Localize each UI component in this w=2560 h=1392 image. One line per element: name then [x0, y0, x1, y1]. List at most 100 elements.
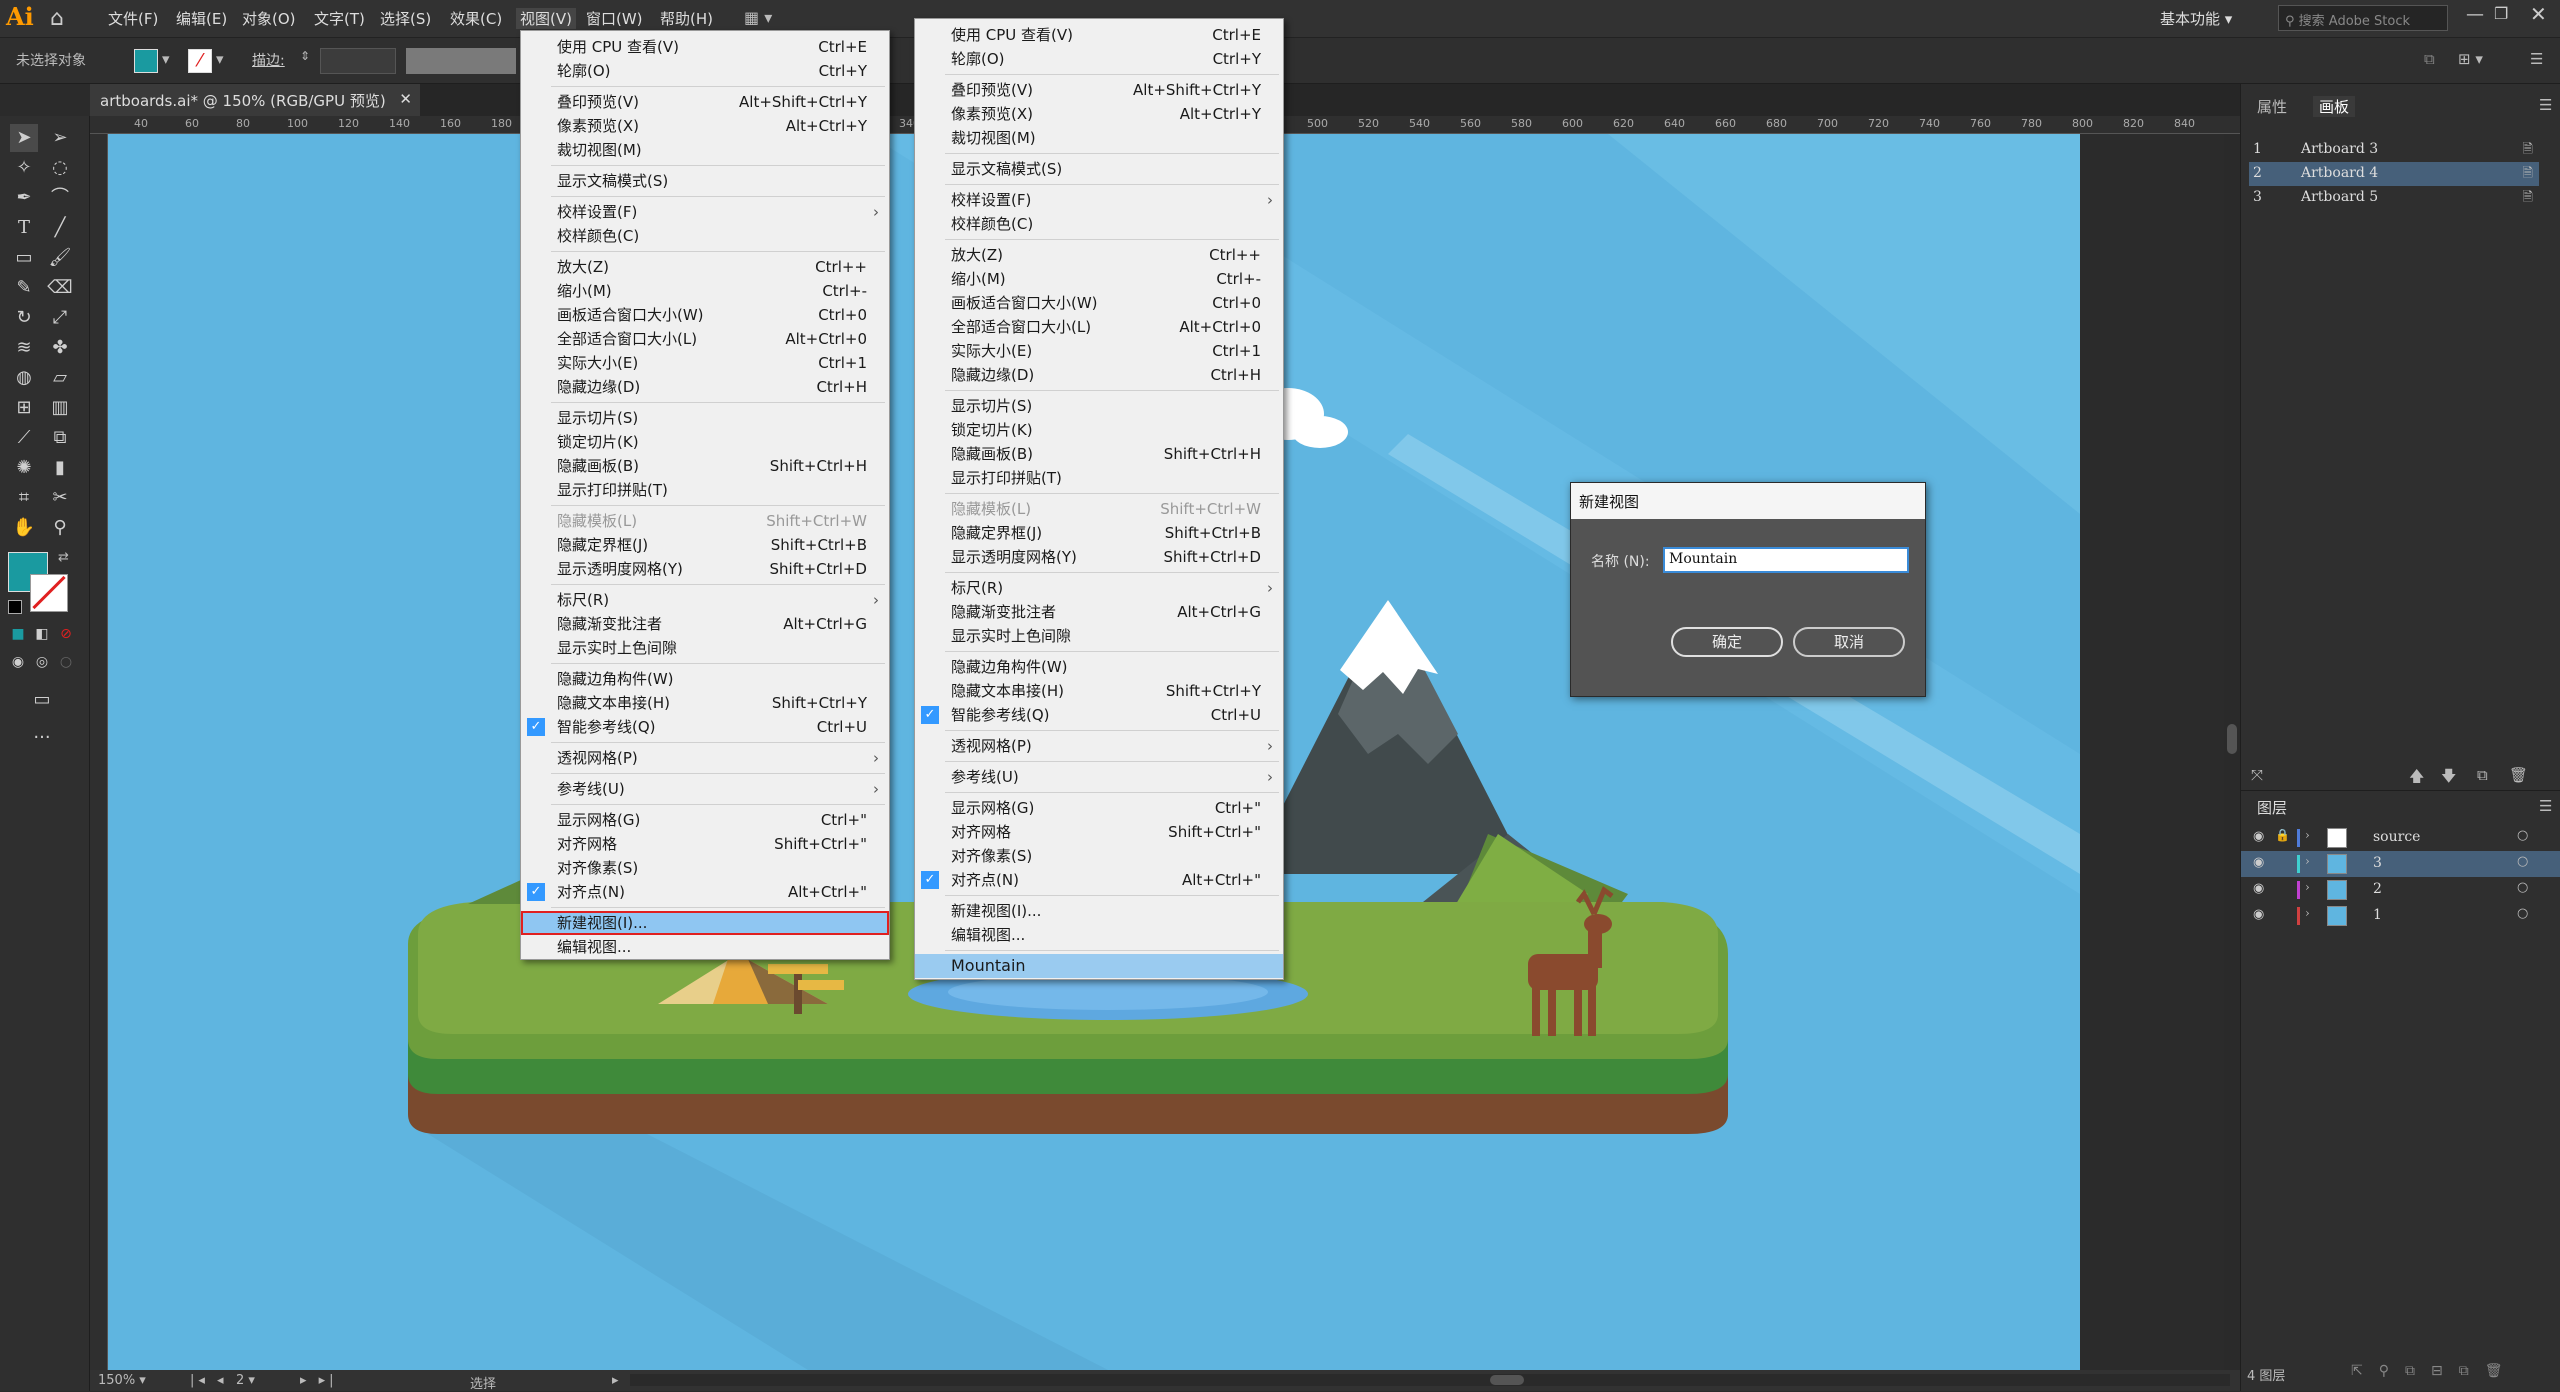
menu-item[interactable]: 窗口(W) — [586, 8, 643, 29]
stroke-weight-stepper[interactable]: ⇕ — [300, 49, 314, 73]
menu-item[interactable]: 隐藏边缘(D) Ctrl+H — [915, 363, 1283, 387]
menu-item[interactable]: 显示网格(G) Ctrl+" — [915, 796, 1283, 820]
workspace-switcher[interactable]: 基本功能 ▾ — [2160, 8, 2232, 29]
scale-tool-icon[interactable]: ⤢ — [46, 304, 74, 332]
cancel-button[interactable]: 取消 — [1793, 627, 1905, 657]
slice-tool-icon[interactable]: ✂ — [46, 484, 74, 512]
menu-item[interactable]: 缩小(M) Ctrl+- — [915, 267, 1283, 291]
move-up-icon[interactable]: 🡅 — [2409, 766, 2424, 791]
artboard-row[interactable]: 1 Artboard 3 🗎 — [2249, 138, 2539, 162]
menu-item[interactable]: 显示实时上色间隙 — [521, 636, 889, 660]
menu-item[interactable]: 隐藏模板(L) Shift+Ctrl+W — [521, 509, 889, 533]
menu-item[interactable]: 实际大小(E) Ctrl+1 — [915, 339, 1283, 363]
target-icon[interactable]: ○ — [2517, 828, 2528, 843]
target-icon[interactable]: ○ — [2517, 880, 2528, 895]
menu-item[interactable]: 显示打印拼贴(T) — [521, 478, 889, 502]
menu-item[interactable]: 对象(O) — [242, 8, 296, 29]
arrange-icon[interactable]: ⊞ ▾ — [2458, 50, 2483, 68]
menu-item[interactable]: 编辑视图... — [521, 935, 889, 959]
magic-wand-icon[interactable]: ✧ — [10, 154, 38, 182]
puppet-warp-icon[interactable]: ✤ — [46, 334, 74, 362]
menu-item[interactable]: 画板适合窗口大小(W) Ctrl+0 — [915, 291, 1283, 315]
menu-item[interactable]: 隐藏画板(B) Shift+Ctrl+H — [521, 454, 889, 478]
menu-item[interactable]: 对齐网格 Shift+Ctrl+" — [521, 832, 889, 856]
layer-row[interactable]: ◉ › 1 ○ — [2241, 903, 2560, 929]
menu-item[interactable]: 显示打印拼贴(T) — [915, 466, 1283, 490]
menu-item[interactable]: 隐藏边缘(D) Ctrl+H — [521, 375, 889, 399]
menu-item[interactable]: 隐藏文本串接(H) Shift+Ctrl+Y — [521, 691, 889, 715]
screen-mode-icon[interactable]: ▭ — [28, 686, 56, 714]
menu-item[interactable]: 新建视图(I)... — [521, 911, 889, 935]
draw-inside-icon[interactable]: ○ — [52, 648, 80, 676]
menu-item[interactable]: 编辑(E) — [176, 8, 227, 29]
eraser-icon[interactable]: ⌫ — [46, 274, 74, 302]
close-button[interactable]: ✕ — [2530, 2, 2547, 26]
menu-item[interactable]: 隐藏文本串接(H) Shift+Ctrl+Y — [915, 679, 1283, 703]
menu-item[interactable]: ✓ 智能参考线(Q) Ctrl+U — [915, 703, 1283, 727]
direct-selection-tool-icon[interactable]: ➢ — [46, 124, 74, 152]
menu-item[interactable]: 隐藏边角构件(W) — [915, 655, 1283, 679]
menu-item[interactable]: 对齐像素(S) — [915, 844, 1283, 868]
menu-item[interactable]: 透视网格(P) › — [915, 734, 1283, 758]
minimize-button[interactable]: — — [2466, 4, 2484, 25]
menu-item[interactable]: 文件(F) — [108, 8, 158, 29]
menu-item[interactable]: 标尺(R) › — [915, 576, 1283, 600]
expand-layer-icon[interactable]: › — [2305, 828, 2310, 842]
artboard-number[interactable]: 2 ▾ — [236, 1373, 296, 1388]
status-arrow-icon[interactable]: ▸ — [612, 1373, 619, 1388]
menu-item[interactable]: 隐藏渐变批注者 Alt+Ctrl+G — [521, 612, 889, 636]
default-colors-icon[interactable] — [8, 600, 22, 614]
more-tools-icon[interactable]: ··· — [28, 724, 56, 752]
vertical-scrollbar[interactable] — [2224, 134, 2240, 1370]
menu-item[interactable]: 隐藏画板(B) Shift+Ctrl+H — [915, 442, 1283, 466]
lock-icon[interactable]: 🔒 — [2275, 828, 2290, 842]
move-down-icon[interactable]: 🡇 — [2441, 766, 2456, 791]
rotate-tool-icon[interactable]: ↻ — [10, 304, 38, 332]
menu-item[interactable]: 校样颜色(C) — [915, 212, 1283, 236]
target-icon[interactable]: ○ — [2517, 854, 2528, 869]
home-icon[interactable]: ⌂ — [50, 6, 76, 32]
tab-properties[interactable]: 属性 — [2257, 96, 2287, 117]
line-tool-icon[interactable]: ╱ — [46, 214, 74, 242]
layers-menu-icon[interactable]: ☰ — [2539, 797, 2552, 815]
menu-item[interactable]: 帮助(H) — [660, 8, 713, 29]
menu-item[interactable]: 校样颜色(C) — [521, 224, 889, 248]
menu-item[interactable]: 显示透明度网格(Y) Shift+Ctrl+D — [915, 545, 1283, 569]
menu-item[interactable]: 放大(Z) Ctrl++ — [915, 243, 1283, 267]
menu-item[interactable]: 新建视图(I)... — [915, 899, 1283, 923]
horizontal-scrollbar[interactable] — [630, 1374, 2230, 1386]
menu-item[interactable]: 视图(V) — [516, 8, 576, 29]
expand-layer-icon[interactable]: › — [2305, 854, 2310, 868]
menu-item[interactable]: 锁定切片(K) — [915, 418, 1283, 442]
mesh-tool-icon[interactable]: ⊞ — [10, 394, 38, 422]
menu-item[interactable]: 隐藏定界框(J) Shift+Ctrl+B — [915, 521, 1283, 545]
perspective-grid-icon[interactable]: ▱ — [46, 364, 74, 392]
menu-item[interactable]: 全部适合窗口大小(L) Alt+Ctrl+0 — [521, 327, 889, 351]
menu-item[interactable]: ✓ 对齐点(N) Alt+Ctrl+" — [915, 868, 1283, 892]
stock-search-input[interactable]: ⚲ 搜索 Adobe Stock — [2278, 5, 2448, 31]
artboard-nav[interactable]: |◂ ◂ — [190, 1373, 228, 1388]
menu-item[interactable]: 隐藏渐变批注者 Alt+Ctrl+G — [915, 600, 1283, 624]
menu-item[interactable]: 轮廓(O) Ctrl+Y — [521, 59, 889, 83]
menu-item[interactable]: 校样设置(F) › — [915, 188, 1283, 212]
layer-name[interactable]: 1 — [2373, 907, 2382, 923]
artboard-nav-next[interactable]: ▸ ▸| — [300, 1373, 338, 1388]
restore-button[interactable]: ❐ — [2494, 4, 2508, 23]
eyedropper-icon[interactable]: ⟋ — [10, 424, 38, 452]
delete-artboard-icon[interactable]: 🗑 — [2509, 766, 2528, 784]
shaper-tool-icon[interactable]: ✎ — [10, 274, 38, 302]
layer-name[interactable]: source — [2373, 829, 2420, 845]
shape-builder-icon[interactable]: ◍ — [10, 364, 38, 392]
menu-item[interactable]: 对齐网格 Shift+Ctrl+" — [915, 820, 1283, 844]
menu-item[interactable]: 画板适合窗口大小(W) Ctrl+0 — [521, 303, 889, 327]
artboard-options-icon[interactable]: 🗎 — [2523, 164, 2533, 186]
menu-item[interactable]: 参考线(U) › — [521, 777, 889, 801]
close-tab-icon[interactable]: ✕ — [399, 90, 412, 108]
width-tool-icon[interactable]: ≋ — [10, 334, 38, 362]
variable-width-dropdown[interactable] — [406, 48, 516, 74]
type-tool-icon[interactable]: T — [10, 214, 38, 242]
artboard-tool-icon[interactable]: ⌗ — [10, 484, 38, 512]
expand-layer-icon[interactable]: › — [2305, 880, 2310, 894]
pen-tool-icon[interactable]: ✒ — [10, 184, 38, 212]
paintbrush-icon[interactable]: 🖌 — [46, 244, 74, 272]
